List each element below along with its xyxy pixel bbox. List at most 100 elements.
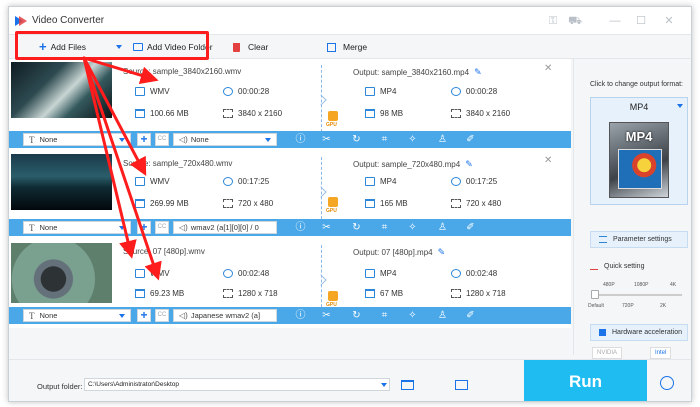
close-button[interactable]: ✕: [661, 13, 677, 29]
src-size: 100.66 MB: [135, 109, 189, 118]
info-icon[interactable]: ⓘ: [295, 310, 306, 321]
key-icon[interactable]: ⚿: [545, 13, 561, 29]
quality-slider-handle[interactable]: [591, 290, 599, 299]
out-size-value: 98 MB: [380, 109, 404, 118]
subtitle-value: None: [39, 223, 58, 232]
chevron-down-icon[interactable]: [381, 383, 387, 387]
src-res-value: 720 x 480: [238, 199, 274, 208]
cut-icon[interactable]: ✂: [321, 310, 332, 321]
add-subtitle-button[interactable]: +: [137, 309, 151, 322]
src-format-value: WMV: [150, 177, 170, 186]
checkbox-checked-icon: [599, 329, 606, 336]
out-duration: 00:02:48: [451, 269, 497, 278]
src-size: 69.23 MB: [135, 289, 184, 298]
run-button[interactable]: Run: [524, 360, 647, 401]
file-size-icon: [365, 289, 375, 298]
out-duration-value: 00:17:25: [466, 177, 498, 186]
parameter-settings-button[interactable]: Parameter settings: [590, 231, 688, 248]
gpu-icon: [328, 111, 338, 121]
out-size: 98 MB: [365, 109, 403, 118]
resolution-icon: [223, 289, 233, 298]
watermark-stamp-icon[interactable]: ♙: [437, 134, 448, 145]
cc-button[interactable]: CC: [155, 133, 169, 146]
crop-icon[interactable]: ⌗: [379, 134, 390, 145]
effects-wand-icon[interactable]: ✧: [407, 134, 418, 145]
edit-pen-icon[interactable]: ✐: [465, 310, 476, 321]
watermark-stamp-icon[interactable]: ♙: [437, 310, 448, 321]
cc-button[interactable]: CC: [155, 221, 169, 234]
add-subtitle-button[interactable]: +: [137, 133, 151, 146]
cc-button[interactable]: CC: [155, 309, 169, 322]
subtitle-select[interactable]: T None: [23, 133, 131, 146]
quality-4k: 4K: [670, 282, 677, 288]
video-thumbnail[interactable]: [11, 62, 112, 118]
audio-track-select[interactable]: ◁) wmav2 (a[1][0][0] / 0: [173, 221, 277, 234]
cut-icon[interactable]: ✂: [321, 134, 332, 145]
resolution-icon: [451, 109, 461, 118]
audio-track-select[interactable]: ◁) Japanese wmav2 (a]: [173, 309, 277, 322]
output-filename-row: Output: sample_720x480.mp4 ✎: [353, 159, 473, 170]
format-art-image: [618, 149, 662, 189]
output-folder-input[interactable]: C:\Users\Administrator\Desktop: [84, 378, 390, 391]
src-duration-value: 00:17:25: [238, 177, 270, 186]
cart-icon[interactable]: ⛟: [567, 13, 583, 29]
subtitle-select[interactable]: T None: [23, 309, 131, 322]
crop-icon[interactable]: ⌗: [379, 222, 390, 233]
out-duration: 00:00:28: [451, 87, 497, 96]
edit-pen-icon[interactable]: ✐: [465, 222, 476, 233]
audio-track-select[interactable]: ◁) None: [173, 133, 277, 146]
minimize-button[interactable]: —: [607, 13, 623, 29]
quick-setting-icon: [590, 264, 598, 270]
output-format-selector[interactable]: MP4 MP4: [590, 97, 688, 205]
edit-pen-icon[interactable]: ✐: [465, 134, 476, 145]
output-filename: Output: sample_720x480.mp4: [353, 160, 461, 169]
open-folder-icon[interactable]: [401, 380, 414, 390]
merge-button[interactable]: Merge: [327, 40, 367, 54]
gpu-label: GPU: [326, 208, 337, 214]
effects-wand-icon[interactable]: ✧: [407, 222, 418, 233]
remove-item-icon[interactable]: ✕: [544, 63, 552, 74]
video-thumbnail[interactable]: [11, 243, 112, 303]
edit-pencil-icon[interactable]: ✎: [465, 159, 473, 169]
intel-badge: Intel: [650, 347, 672, 359]
out-res-value: 1280 x 718: [466, 289, 506, 298]
alarm-clock-icon[interactable]: [660, 376, 674, 390]
subtitle-select[interactable]: T None: [23, 221, 131, 234]
watermark-stamp-icon[interactable]: ♙: [437, 222, 448, 233]
rotate-icon[interactable]: ↻: [351, 134, 362, 145]
crop-icon[interactable]: ⌗: [379, 310, 390, 321]
film-icon: [135, 177, 145, 186]
rotate-icon[interactable]: ↻: [351, 310, 362, 321]
quality-slider-track[interactable]: [594, 294, 682, 296]
merge-icon: [327, 42, 336, 52]
file-size-icon: [135, 289, 145, 298]
info-icon[interactable]: ⓘ: [295, 134, 306, 145]
out-format-value: MP4: [380, 269, 397, 278]
clear-button[interactable]: Clear: [233, 40, 268, 54]
audio-value: wmav2 (a[1][0][0] / 0: [190, 223, 259, 232]
quality-default: Default: [588, 303, 604, 309]
add-subtitle-button[interactable]: +: [137, 221, 151, 234]
item-control-bar: T None + CC ◁) Japanese wmav2 (a] ⓘ ✂ ↻ ⌗ …: [9, 307, 571, 324]
maximize-button[interactable]: ☐: [633, 13, 649, 29]
video-thumbnail[interactable]: [11, 154, 112, 210]
app-logo-icon: [15, 16, 27, 26]
cut-icon[interactable]: ✂: [321, 222, 332, 233]
speaker-icon: ◁): [179, 311, 188, 320]
file-size-icon: [365, 109, 375, 118]
quality-2k: 2K: [660, 303, 667, 309]
src-size-value: 100.66 MB: [150, 109, 189, 118]
src-format: WMV: [135, 177, 170, 186]
edit-pencil-icon[interactable]: ✎: [474, 67, 482, 77]
sliders-icon: [599, 236, 607, 243]
effects-wand-icon[interactable]: ✧: [407, 310, 418, 321]
edit-pencil-icon[interactable]: ✎: [438, 247, 446, 257]
src-resolution: 720 x 480: [223, 199, 273, 208]
hardware-acceleration-toggle[interactable]: Hardware acceleration: [590, 324, 688, 341]
src-resolution: 1280 x 718: [223, 289, 278, 298]
file-size-icon: [135, 109, 145, 118]
info-icon[interactable]: ⓘ: [295, 222, 306, 233]
rotate-icon[interactable]: ↻: [351, 222, 362, 233]
preview-icon[interactable]: [455, 380, 468, 390]
remove-item-icon[interactable]: ✕: [544, 155, 552, 166]
